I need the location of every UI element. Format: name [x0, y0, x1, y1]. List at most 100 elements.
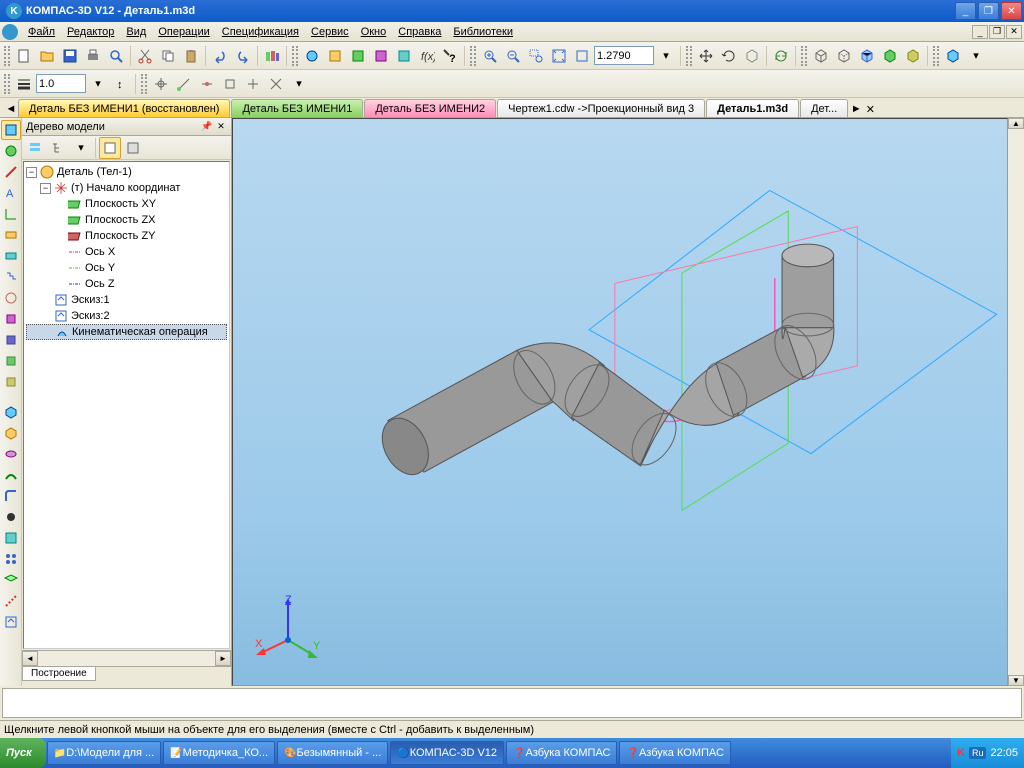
tree-axis-x[interactable]: Ось X: [85, 246, 115, 258]
linewidth-button[interactable]: [13, 73, 35, 95]
vtool-2[interactable]: [1, 162, 21, 182]
tool-d[interactable]: [370, 45, 392, 67]
system-tray[interactable]: K Ru 22:05: [951, 738, 1024, 768]
vtool-select[interactable]: [1, 120, 21, 140]
tree-tb-dropdown[interactable]: ▾: [70, 137, 92, 159]
zoom-out-button[interactable]: [502, 45, 524, 67]
toolbar-grip[interactable]: [801, 46, 807, 66]
toolbar-grip[interactable]: [470, 46, 476, 66]
mdi-restore[interactable]: ❐: [989, 25, 1005, 39]
tab-close[interactable]: ✕: [863, 101, 877, 117]
tree-body[interactable]: −Деталь (Тел-1) −(т) Начало координат Пл…: [23, 161, 230, 649]
viewport-3d[interactable]: Z X Y: [232, 118, 1008, 686]
shaded-button[interactable]: [856, 45, 878, 67]
tool-a[interactable]: [301, 45, 323, 67]
pan-button[interactable]: [695, 45, 717, 67]
tree-operation[interactable]: Кинематическая операция: [72, 326, 208, 338]
step-down[interactable]: ↕: [110, 73, 132, 95]
toolbar-grip[interactable]: [4, 46, 10, 66]
taskbar-item-0[interactable]: 📁 D:\Модели для ...: [47, 741, 161, 765]
tree-plane-zy[interactable]: Плоскость ZY: [85, 230, 156, 242]
undo-button[interactable]: [209, 45, 231, 67]
zoom-window-button[interactable]: [525, 45, 547, 67]
tool-fx[interactable]: f(x): [416, 45, 438, 67]
save-button[interactable]: [59, 45, 81, 67]
menu-file[interactable]: Файл: [22, 24, 61, 40]
print-button[interactable]: [82, 45, 104, 67]
hidden-button[interactable]: [833, 45, 855, 67]
vtool-11[interactable]: [1, 351, 21, 371]
menu-libraries[interactable]: Библиотеки: [447, 24, 519, 40]
zoom-prev-button[interactable]: [571, 45, 593, 67]
taskbar-item-4[interactable]: ❓ Азбука КОМПАС: [506, 741, 617, 765]
tool-b[interactable]: [324, 45, 346, 67]
copy-button[interactable]: [157, 45, 179, 67]
vtool-3[interactable]: A: [1, 183, 21, 203]
vtool-hole[interactable]: [1, 507, 21, 527]
tool-e[interactable]: [393, 45, 415, 67]
tool-c[interactable]: [347, 45, 369, 67]
cut-button[interactable]: [134, 45, 156, 67]
restore-button[interactable]: ❐: [978, 2, 999, 20]
doc-tab-1[interactable]: Деталь БЕЗ ИМЕНИ1: [231, 99, 363, 117]
menu-edit[interactable]: Редактор: [61, 24, 120, 40]
perspective-button[interactable]: [902, 45, 924, 67]
snap-a[interactable]: [150, 73, 172, 95]
viewport-vscroll[interactable]: ▲ ▼: [1008, 118, 1024, 686]
vtool-pattern[interactable]: [1, 549, 21, 569]
close-button[interactable]: ✕: [1001, 2, 1022, 20]
toolbar-grip[interactable]: [686, 46, 692, 66]
vtool-sweep[interactable]: [1, 465, 21, 485]
taskbar-item-1[interactable]: 📝 Методичка_КО...: [163, 741, 275, 765]
zoom-in-button[interactable]: [479, 45, 501, 67]
tree-root[interactable]: Деталь (Тел-1): [57, 166, 132, 178]
taskbar-item-5[interactable]: ❓ Азбука КОМПАС: [619, 741, 730, 765]
scale-input[interactable]: [36, 74, 86, 93]
vtool-shell[interactable]: [1, 528, 21, 548]
vtool-9[interactable]: [1, 309, 21, 329]
minimize-button[interactable]: _: [955, 2, 976, 20]
tree-sketch-1[interactable]: Эскиз:1: [71, 294, 110, 306]
tree-tb-3[interactable]: [99, 137, 121, 159]
vtool-sketch[interactable]: [1, 612, 21, 632]
view-dropdown[interactable]: ▾: [965, 45, 987, 67]
scroll-up[interactable]: ▲: [1008, 118, 1024, 129]
tree-tb-4[interactable]: [122, 137, 144, 159]
vtool-axis[interactable]: [1, 591, 21, 611]
wireframe-button[interactable]: [810, 45, 832, 67]
tree-plane-zx[interactable]: Плоскость ZX: [85, 214, 156, 226]
tree-tb-1[interactable]: [24, 137, 46, 159]
open-button[interactable]: [36, 45, 58, 67]
snap-b[interactable]: [173, 73, 195, 95]
snap-d[interactable]: [219, 73, 241, 95]
tree-tb-2[interactable]: [47, 137, 69, 159]
tree-axis-y[interactable]: Ось Y: [85, 262, 115, 274]
redo-button[interactable]: [232, 45, 254, 67]
toolbar-grip[interactable]: [292, 46, 298, 66]
scroll-left[interactable]: ◄: [22, 651, 38, 666]
menu-operations[interactable]: Операции: [152, 24, 215, 40]
vtool-12[interactable]: [1, 372, 21, 392]
rotate-button[interactable]: [718, 45, 740, 67]
tree-pin-button[interactable]: 📌: [201, 121, 213, 133]
help-button[interactable]: ?: [439, 45, 461, 67]
new-button[interactable]: [13, 45, 35, 67]
vtool-revolve[interactable]: [1, 444, 21, 464]
vtool-7[interactable]: [1, 267, 21, 287]
shaded-edges-button[interactable]: [879, 45, 901, 67]
doc-tab-5[interactable]: Дет...: [800, 99, 848, 117]
preview-button[interactable]: [105, 45, 127, 67]
taskbar-item-2[interactable]: 🎨 Безымянный - ...: [277, 741, 388, 765]
tree-close-button[interactable]: ✕: [215, 121, 227, 133]
vtool-fillet[interactable]: [1, 486, 21, 506]
start-button[interactable]: Пуск: [0, 738, 46, 768]
doc-tab-2[interactable]: Деталь БЕЗ ИМЕНИ2: [364, 99, 496, 117]
tree-toggle[interactable]: −: [26, 167, 37, 178]
menu-window[interactable]: Окно: [355, 24, 393, 40]
vtool-1[interactable]: [1, 141, 21, 161]
toolbar-grip[interactable]: [4, 74, 10, 94]
tree-origin[interactable]: (т) Начало координат: [71, 182, 180, 194]
paste-button[interactable]: [180, 45, 202, 67]
tab-nav-left[interactable]: ◄: [4, 101, 18, 117]
vtool-4[interactable]: [1, 204, 21, 224]
